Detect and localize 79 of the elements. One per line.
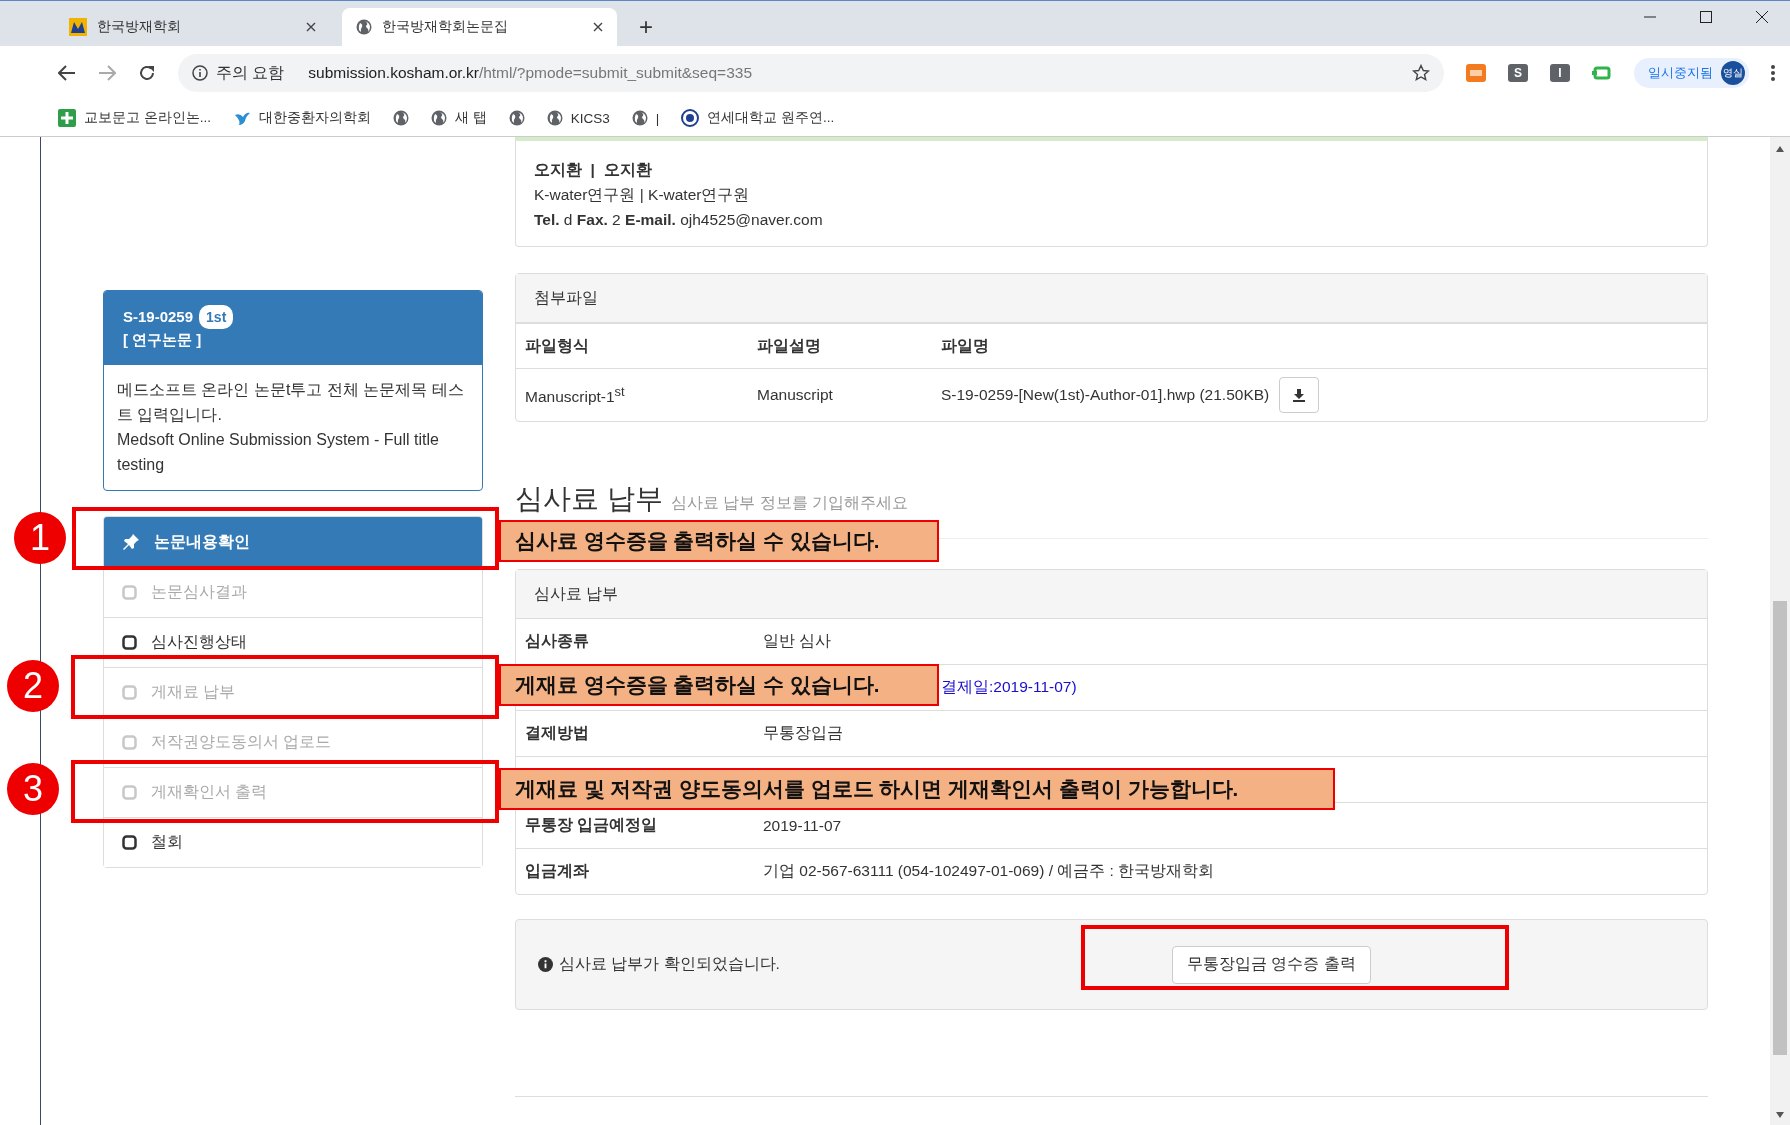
paper-title: 메드소프트 온라인 논문t투고 전체 논문제목 테스트 입력입니다. xyxy=(117,380,465,425)
reload-icon[interactable] xyxy=(138,64,156,82)
field-value: 2019-11-07 xyxy=(763,816,842,835)
step-number: 2 xyxy=(7,660,59,712)
menu-icon[interactable] xyxy=(1771,65,1775,81)
seal-icon xyxy=(681,109,700,127)
checkbox-icon xyxy=(122,585,137,600)
cross-icon xyxy=(58,109,76,127)
field-value: 무통장입금 xyxy=(763,723,843,743)
browser-tab[interactable]: 한국방재학회논문집 xyxy=(342,8,617,46)
table-cell: S-19-0259-[New(1st)-Author-01].hwp (21.50KB) xyxy=(941,386,1270,404)
print-receipt-button[interactable]: 무통장입금 영수증 출력 xyxy=(1172,945,1371,984)
back-icon[interactable] xyxy=(58,65,76,81)
table-cell-text: Manuscript-1$^{st}$ xyxy=(525,383,626,407)
extension-icon[interactable]: I xyxy=(1550,64,1570,82)
scrollbar-thumb[interactable] xyxy=(1773,601,1787,1055)
paper-title-english: Medsoft Online Submission System - Full title testing xyxy=(117,430,440,475)
author-names: 오지환 | 오지환 xyxy=(534,160,653,180)
column-header: 파일형식 xyxy=(525,335,590,356)
card-title: 심사료 납부 xyxy=(534,583,619,604)
table-cell-text: Manuscript xyxy=(757,386,834,404)
info-icon xyxy=(538,957,553,972)
checkbox-icon xyxy=(122,685,137,700)
notice-text: 심사료 납부가 확인되었습니다. xyxy=(559,954,781,974)
star-icon[interactable] xyxy=(1412,64,1430,82)
close-icon[interactable] xyxy=(306,22,316,32)
step-number: 1 xyxy=(14,512,66,564)
bookmark[interactable]: 새 탭 xyxy=(431,109,487,127)
paper-id: S-19-0259 xyxy=(123,307,194,327)
field-value: 기업 02-567-63111 (054-102497-01-069) / 예금주 : 한국방재학회 xyxy=(763,861,1215,881)
field-label: 입금계좌 xyxy=(525,861,590,881)
field-label: 결제방법 xyxy=(525,723,590,743)
bookmark[interactable]: | xyxy=(631,110,660,126)
download-button[interactable] xyxy=(1279,377,1320,413)
download-icon xyxy=(1292,388,1307,402)
close-icon[interactable] xyxy=(1756,11,1768,23)
security-label: 주의 요함 xyxy=(216,62,285,83)
pin-icon xyxy=(122,533,140,551)
author-affiliation: K-water연구원 | K-water연구원 xyxy=(534,185,751,205)
maximize-icon[interactable] xyxy=(1700,11,1712,23)
paper-type: [ 연구논문 ] xyxy=(123,330,203,350)
profile-button[interactable]: 일시중지됨 영실 xyxy=(1634,58,1749,88)
address-bar[interactable]: 주의 요함 submission.kosham.or.kr/html/?pmode=submit_submit&seq=335 xyxy=(178,54,1444,92)
field-label: 무통장 입금예정일 xyxy=(525,815,659,835)
section-subheading: 심사료 납부 정보를 기입해주세요 xyxy=(670,493,909,513)
nav-item[interactable]: 철회 xyxy=(104,817,482,867)
url-text: submission.kosham.or.kr/html/?pmode=submit_submit&seq=335 xyxy=(308,64,752,82)
column-header: 파일설명 xyxy=(757,335,822,356)
section-heading: 심사료 납부 xyxy=(515,482,663,516)
checkbox-icon xyxy=(122,635,137,650)
bookmark[interactable]: 대한중환자의학회 xyxy=(233,109,371,127)
logo-icon xyxy=(69,18,87,36)
info-icon[interactable] xyxy=(192,65,208,81)
scrollbar[interactable] xyxy=(1770,137,1790,1125)
field-value: 일반 심사 xyxy=(763,631,832,651)
column-header: 파일명 xyxy=(941,335,989,356)
field-value: 결제일:2019-11-07) xyxy=(941,677,1077,697)
card-title: 첨부파일 xyxy=(534,287,598,308)
round-badge: 1st xyxy=(199,305,234,329)
callout-label: 게재료 영수증을 출력하실 수 있습니다. xyxy=(499,664,939,706)
bookmark[interactable]: 교보문고 온라인논... xyxy=(58,109,211,127)
scroll-up-icon[interactable] xyxy=(1775,145,1785,153)
close-icon[interactable] xyxy=(593,22,603,32)
bookmark[interactable]: KICS3 xyxy=(546,110,610,126)
callout-label: 게재료 및 저작권 양도동의서를 업로드 하시면 게재확인서 출력이 가능합니다. xyxy=(499,768,1335,810)
nav-item[interactable]: 논문내용확인 xyxy=(104,517,482,567)
bookmark[interactable]: 연세대학교 원주연... xyxy=(681,109,835,127)
checkbox-icon xyxy=(122,835,137,850)
checkbox-icon xyxy=(122,735,137,750)
callout-label: 심사료 영수증을 출력하실 수 있습니다. xyxy=(499,520,939,562)
extension-icon[interactable]: S xyxy=(1508,64,1528,82)
author-contact: Tel. d Fax. 2 E-mail. ojh4525@naver.com xyxy=(534,210,824,230)
field-label: 심사종류 xyxy=(525,631,590,651)
extension-icon[interactable] xyxy=(1592,65,1612,81)
new-tab-button[interactable]: + xyxy=(639,8,653,46)
scroll-down-icon[interactable] xyxy=(1775,1111,1785,1119)
checkbox-icon xyxy=(122,785,137,800)
browser-tab[interactable]: 한국방재학회 xyxy=(55,8,330,46)
step-number: 3 xyxy=(7,763,59,815)
